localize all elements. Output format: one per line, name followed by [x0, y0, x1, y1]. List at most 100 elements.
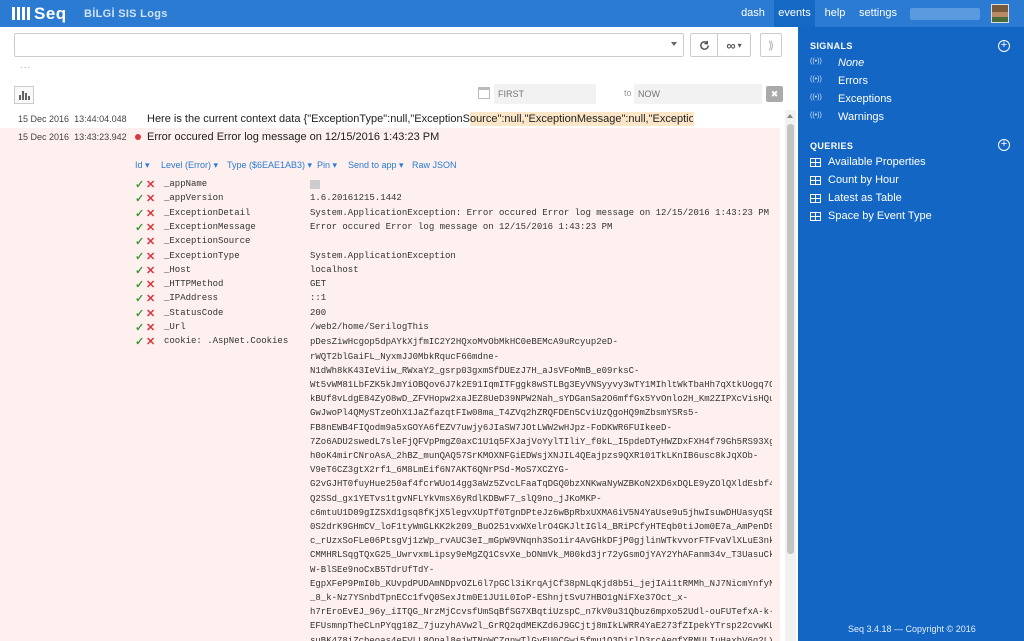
- calendar-icon[interactable]: [478, 87, 490, 99]
- expand-button[interactable]: ⟫: [760, 33, 782, 57]
- exclude-filter-icon[interactable]: ✕: [146, 178, 155, 191]
- include-filter-icon[interactable]: ✓: [135, 264, 144, 277]
- send-to-app-menu[interactable]: Send to app ▾: [348, 160, 404, 171]
- event-row[interactable]: 15 Dec 2016 13:44:04.048 Here is the cur…: [0, 110, 785, 128]
- exclude-filter-icon[interactable]: ✕: [146, 307, 155, 320]
- exclude-filter-icon[interactable]: ✕: [146, 207, 155, 220]
- avatar[interactable]: [991, 4, 1009, 23]
- scroll-up-icon[interactable]: [787, 114, 793, 118]
- property-row: ✓ ✕ _appVersion 1.6.20161215.1442: [0, 192, 780, 206]
- search-box[interactable]: [14, 33, 684, 57]
- cookie-value-line: Wt5vWM81LbFZK5kJmYiOBQov6J7k2E91IqmITFgg…: [310, 379, 772, 390]
- to-label: to: [624, 88, 632, 98]
- cookie-value-line: FB8nEWB4FIQodm9a5xGOYA6fEZV7uwjy6JIaSW7J…: [310, 422, 672, 433]
- property-row: ✓ ✕ _ExceptionDetail System.ApplicationExce…: [0, 207, 780, 221]
- include-filter-icon[interactable]: ✓: [135, 235, 144, 248]
- id-menu[interactable]: Id ▾: [135, 160, 150, 171]
- cookie-value-line: rWQT2blGaiFL_NyxmJJ0MbkRqucF66mdne-: [310, 351, 500, 362]
- include-filter-icon[interactable]: ✓: [135, 250, 144, 263]
- exclude-filter-icon[interactable]: ✕: [146, 278, 155, 291]
- level-menu[interactable]: Level (Error) ▾: [161, 160, 218, 171]
- raw-json-link[interactable]: Raw JSON: [412, 160, 457, 170]
- property-value: GET: [310, 279, 327, 290]
- auto-refresh-button[interactable]: ∞ ▾: [717, 33, 751, 57]
- username-redacted[interactable]: [910, 8, 980, 20]
- expand-icon: ⟫: [767, 39, 775, 52]
- exclude-filter-icon[interactable]: ✕: [146, 235, 155, 248]
- property-value: 1.6.20161215.1442: [310, 193, 402, 204]
- property-name: _ExceptionMessage: [164, 221, 256, 232]
- event-timestamp: 15 Dec 2016 13:44:04.048: [18, 114, 127, 124]
- property-row: ✓ ✕ _HTTPMethod GET: [0, 278, 780, 292]
- exclude-filter-icon[interactable]: ✕: [146, 192, 155, 205]
- exclude-filter-icon[interactable]: ✕: [146, 250, 155, 263]
- signal-exceptions[interactable]: ((•)) Exceptions: [810, 92, 1020, 108]
- exclude-filter-icon[interactable]: ✕: [146, 264, 155, 277]
- nav-events[interactable]: events: [774, 0, 815, 27]
- cookie-value-line: V9eT6CZ3gtX2rf1_6M8LmEif6N7AKT6QNrPSd-Mo…: [310, 465, 570, 476]
- property-row: ✓ ✕ _IPAddress::1: [0, 292, 780, 306]
- exclude-filter-icon[interactable]: ✕: [146, 221, 155, 234]
- include-filter-icon[interactable]: ✓: [135, 192, 144, 205]
- query-latest-as-table[interactable]: Latest as Table: [810, 191, 1020, 207]
- property-name: _HTTPMethod: [164, 279, 224, 290]
- signal-warnings[interactable]: ((•)) Warnings: [810, 110, 1020, 126]
- nav-settings[interactable]: settings: [856, 0, 900, 27]
- search-input[interactable]: [21, 38, 661, 53]
- app-title: BİLGİ SIS Logs: [84, 8, 168, 20]
- cookie-value-line: CMMHRLSqgTQxG25_UwrvxmLipsy9eMgZQ1CsvXe_…: [310, 550, 772, 561]
- property-name: _ExceptionDetail: [164, 207, 251, 218]
- include-filter-icon[interactable]: ✓: [135, 307, 144, 320]
- signal-none[interactable]: ((•)) None: [810, 56, 1020, 72]
- include-filter-icon[interactable]: ✓: [135, 207, 144, 220]
- to-date-input[interactable]: [634, 84, 762, 104]
- query-available-properties[interactable]: Available Properties: [810, 155, 1020, 171]
- query-space-by-event-type[interactable]: Space by Event Type: [810, 209, 1020, 225]
- query-count-by-hour[interactable]: Count by Hour: [810, 173, 1020, 189]
- cookie-value-line: Q2SSd_gx1YETvs1tgvNFLYkVmsX6yRdlKDBwF7_s…: [310, 493, 602, 504]
- cookie-value-line: 7Zo6ADU2swedL7sleFjQFVpPmgZ0axC1U1q5FXJa…: [310, 436, 772, 447]
- cookie-value-line: G2vGJHT0fuyHue250af4fcrWUo14gg3aWz5ZvcLF…: [310, 479, 772, 490]
- query-label: Count by Hour: [828, 174, 899, 186]
- top-bar: Seq BİLGİ SIS Logs dash events help sett…: [0, 0, 1024, 27]
- include-filter-icon[interactable]: ✓: [135, 278, 144, 291]
- exclude-filter-icon[interactable]: ✕: [146, 292, 155, 305]
- include-filter-icon[interactable]: ✓: [135, 335, 144, 348]
- broadcast-icon: ((•)): [810, 112, 822, 119]
- pin-menu[interactable]: Pin ▾: [317, 160, 337, 171]
- include-filter-icon[interactable]: ✓: [135, 221, 144, 234]
- nav-dash[interactable]: dash: [737, 0, 769, 27]
- scrollbar[interactable]: [785, 110, 796, 641]
- search-more[interactable]: ...: [20, 60, 31, 71]
- exclude-filter-icon[interactable]: ✕: [146, 335, 155, 348]
- broadcast-icon: ((•)): [810, 58, 822, 65]
- property-name: cookie: .AspNet.Cookies: [164, 336, 289, 347]
- type-menu[interactable]: Type ($6EAE1AB3) ▾: [227, 160, 312, 171]
- include-filter-icon[interactable]: ✓: [135, 321, 144, 334]
- property-value: /web2/home/SerilogThis: [310, 322, 429, 332]
- property-row: ✓ ✕ cookie: .AspNet.Cookies pDesZiwHcgop5dp…: [0, 335, 780, 641]
- signal-label: Exceptions: [838, 93, 892, 105]
- signal-label: Warnings: [838, 111, 885, 123]
- nav-help[interactable]: help: [818, 0, 852, 27]
- event-row-expanded[interactable]: 15 Dec 2016 13:43:23.942 Error occured E…: [0, 128, 780, 641]
- scroll-thumb[interactable]: [787, 124, 794, 554]
- signal-errors[interactable]: ((•)) Errors: [810, 74, 1020, 90]
- include-filter-icon[interactable]: ✓: [135, 292, 144, 305]
- plus-icon: +: [1000, 138, 1008, 150]
- exclude-filter-icon[interactable]: ✕: [146, 321, 155, 334]
- history-dropdown-icon[interactable]: [671, 42, 677, 46]
- cookie-value-line: c6mtuU1D09gIZSXd1gsq8fKjX5legvXUpTf0TgnD…: [310, 507, 772, 518]
- refresh-button[interactable]: [690, 33, 718, 57]
- error-level-icon: [135, 134, 141, 140]
- histogram-button[interactable]: [14, 86, 34, 104]
- cookie-value-line: EFUsmnpTheCLnPYqg18Z_7juzyhAVw2l_GrRQ2qd…: [310, 621, 772, 632]
- clear-date-button[interactable]: ✖: [766, 86, 783, 102]
- add-query-button[interactable]: +: [998, 139, 1010, 151]
- grid-icon: [810, 176, 821, 185]
- seq-logo[interactable]: Seq: [12, 4, 67, 23]
- add-signal-button[interactable]: +: [998, 40, 1010, 52]
- include-filter-icon[interactable]: ✓: [135, 178, 144, 191]
- from-date-input[interactable]: [494, 84, 596, 104]
- logo-bars-icon: [12, 7, 30, 20]
